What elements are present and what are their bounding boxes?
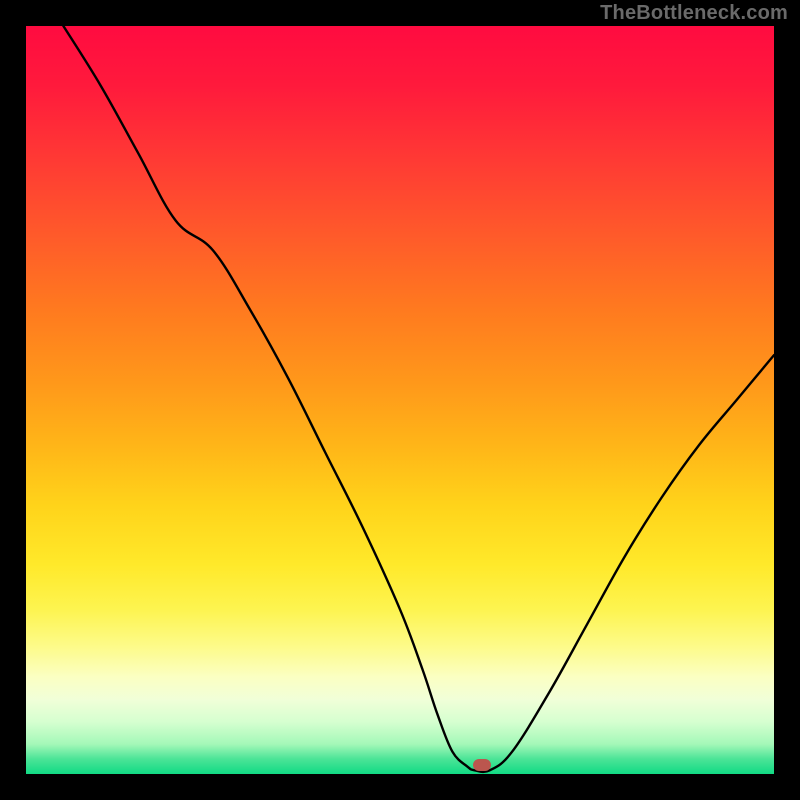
plot-area (26, 26, 774, 774)
bottleneck-curve (26, 26, 774, 774)
attribution-text: TheBottleneck.com (600, 2, 788, 25)
chart-frame: TheBottleneck.com (0, 0, 800, 800)
minimum-marker (473, 759, 491, 771)
